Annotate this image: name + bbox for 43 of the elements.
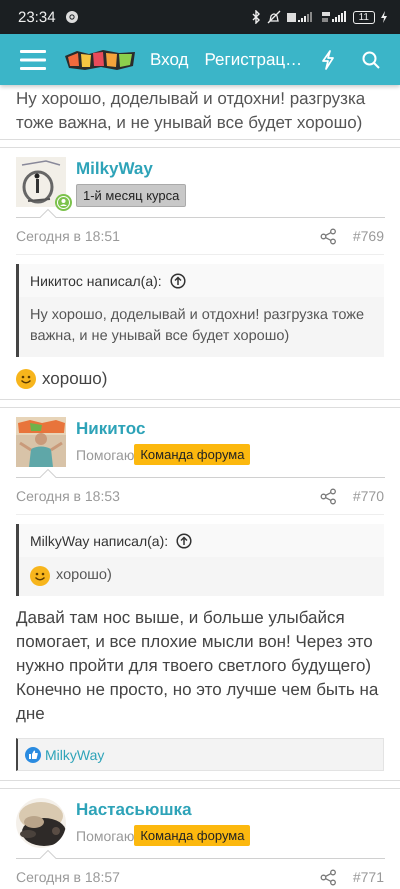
username-link[interactable]: MilkyWay: [76, 159, 186, 179]
post-number-link[interactable]: #769: [352, 228, 384, 244]
user-link[interactable]: MilkyWay: [45, 746, 104, 762]
post-number-link[interactable]: #771: [352, 869, 384, 885]
smiley-icon: [16, 369, 36, 389]
search-icon[interactable]: [362, 50, 380, 68]
team-label: Команда форума: [134, 444, 250, 465]
team-label: Команда форума: [134, 825, 250, 846]
bluetooth-icon: [250, 10, 261, 24]
post-number-link[interactable]: #770: [352, 488, 384, 504]
menu-icon[interactable]: [20, 50, 46, 70]
browser-icon: [64, 10, 79, 24]
post-text: Ну хорошо, доделывай и отдохни! разгрузка тоже важна, и не унывай все будет хорошо): [30, 306, 366, 346]
share-icon[interactable]: [320, 228, 337, 244]
username-link[interactable]: Никитос: [76, 419, 250, 439]
site-logo[interactable]: [63, 48, 137, 72]
share-icon[interactable]: [320, 868, 337, 886]
nav-link[interactable]: Регистрац…: [204, 50, 302, 70]
clock-time: 23:34: [18, 8, 56, 26]
thumbs-up-icon: [25, 746, 41, 762]
charging-icon: [380, 10, 388, 24]
post-text: Давай там нос выше, и больше улыбайся помогает, и все плохие мысли вон! Через это нужно пройти для твоего светлого будущего) Конечно не просто, но это лучше чем быть на дне: [16, 607, 380, 725]
nav-link[interactable]: Вход: [150, 50, 188, 70]
post-date: Сегодня в 18:53: [16, 488, 120, 504]
arrow-up-icon[interactable]: [170, 272, 186, 288]
quote-author: MilkyWay написал(а):: [30, 532, 168, 548]
lightning-icon[interactable]: [321, 50, 335, 70]
post-date: Сегодня в 18:57: [16, 869, 120, 885]
username-link[interactable]: Настасьюшка: [76, 800, 250, 820]
user-title: Помогаю: [76, 446, 134, 462]
signal-icon: [322, 10, 348, 24]
battery-level: 11: [352, 10, 375, 24]
post-text: Ну хорошо, доделывай и отдохни! разгрузка тоже важна, и не унывай все будет хорошо): [16, 88, 366, 134]
smiley-icon: [30, 566, 50, 586]
rank-label: 1-й месяц курса: [76, 184, 186, 207]
arrow-up-icon[interactable]: [176, 532, 192, 548]
share-icon[interactable]: [320, 488, 337, 504]
mute-icon: [266, 10, 282, 24]
post-text: хорошо): [42, 368, 108, 390]
post-text: хорошо): [56, 566, 112, 585]
user-title: Помогаю: [76, 828, 134, 844]
quote-author: Никитос написал(а):: [30, 272, 162, 288]
post-date: Сегодня в 18:51: [16, 228, 120, 244]
